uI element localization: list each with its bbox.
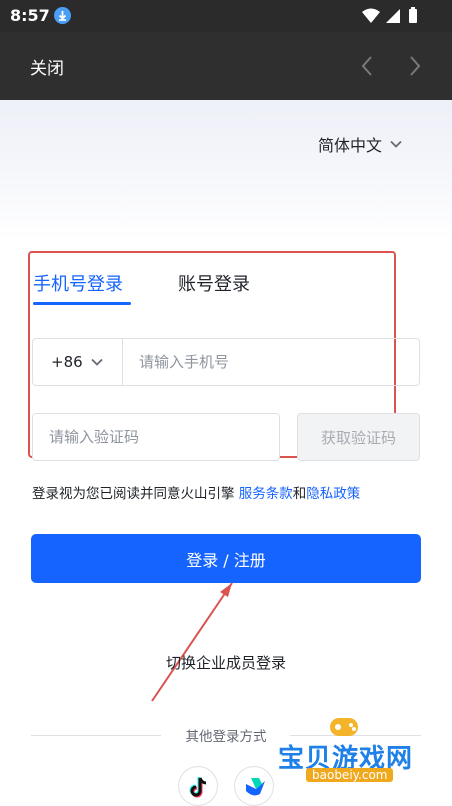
status-icons [362, 7, 422, 25]
status-bar: 8:57 [0, 0, 452, 32]
chevron-down-icon [91, 358, 103, 366]
terms-link[interactable]: 服务条款 [239, 486, 293, 502]
nav-bar: 关闭 [0, 32, 452, 100]
feishu-login-button[interactable] [234, 766, 274, 806]
battery-icon [409, 7, 417, 23]
active-tab-indicator [33, 302, 131, 305]
download-icon [54, 7, 71, 24]
signal-icon [386, 9, 400, 23]
country-code-select[interactable]: +86 [33, 339, 123, 385]
switch-enterprise-login-link[interactable]: 切换企业成员登录 [0, 652, 452, 673]
agreement-prefix: 登录视为您已阅读并同意火山引擎 [32, 486, 239, 502]
back-arrow-icon[interactable] [358, 54, 378, 78]
agreement-text: 登录视为您已阅读并同意火山引擎 服务条款和隐私政策 [32, 482, 360, 502]
verification-code-input[interactable] [32, 413, 280, 461]
close-button[interactable]: 关闭 [30, 54, 64, 79]
chevron-down-icon [390, 140, 402, 148]
language-selector[interactable]: 简体中文 [318, 132, 402, 156]
tab-phone-login[interactable]: 手机号登录 [33, 270, 123, 296]
tab-account-login[interactable]: 账号登录 [178, 270, 250, 296]
phone-input-group: +86 [32, 338, 420, 386]
header-background [0, 100, 452, 240]
get-code-button[interactable]: 获取验证码 [297, 413, 420, 461]
wifi-icon [362, 8, 380, 23]
douyin-icon [189, 777, 207, 798]
privacy-link[interactable]: 隐私政策 [306, 486, 360, 502]
feishu-icon [246, 778, 265, 796]
watermark-url: baobeiy.com [306, 768, 394, 782]
country-code-value: +86 [51, 353, 83, 371]
login-register-button[interactable]: 登录 / 注册 [31, 534, 421, 583]
watermark-logo: 宝贝游戏网 baobeiy.com [276, 712, 426, 792]
divider-right [290, 735, 421, 736]
phone-number-input[interactable] [123, 339, 419, 385]
status-time: 8:57 [10, 6, 50, 25]
forward-arrow-icon[interactable] [404, 54, 424, 78]
douyin-login-button[interactable] [178, 766, 218, 806]
agreement-and: 和 [292, 486, 307, 502]
language-label: 简体中文 [318, 136, 383, 155]
